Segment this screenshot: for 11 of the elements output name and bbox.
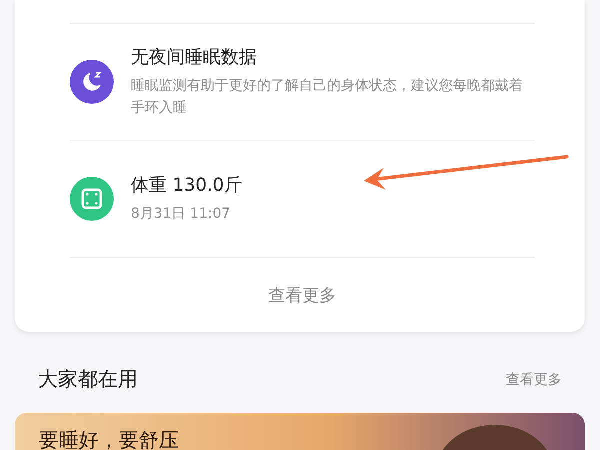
- section-title: 大家都在用: [38, 366, 138, 393]
- record-title: 体重 130.0斤: [131, 174, 242, 197]
- moon-icon: [70, 60, 114, 104]
- view-more-link[interactable]: 查看更多: [268, 286, 336, 306]
- banner-text: 要睡好，要舒压: [39, 427, 179, 450]
- scale-icon: [70, 177, 114, 221]
- record-title: 无夜间睡眠数据: [131, 46, 258, 69]
- record-detail: 8月31日 11:07: [131, 205, 232, 224]
- banner-card[interactable]: 要睡好，要舒压: [15, 413, 585, 450]
- record-detail: 睡眠监测有助于更好的了解自己的身体状态，建议您每晚都戴着手环入睡: [131, 77, 524, 118]
- view-more-link[interactable]: 查看更多: [506, 370, 562, 388]
